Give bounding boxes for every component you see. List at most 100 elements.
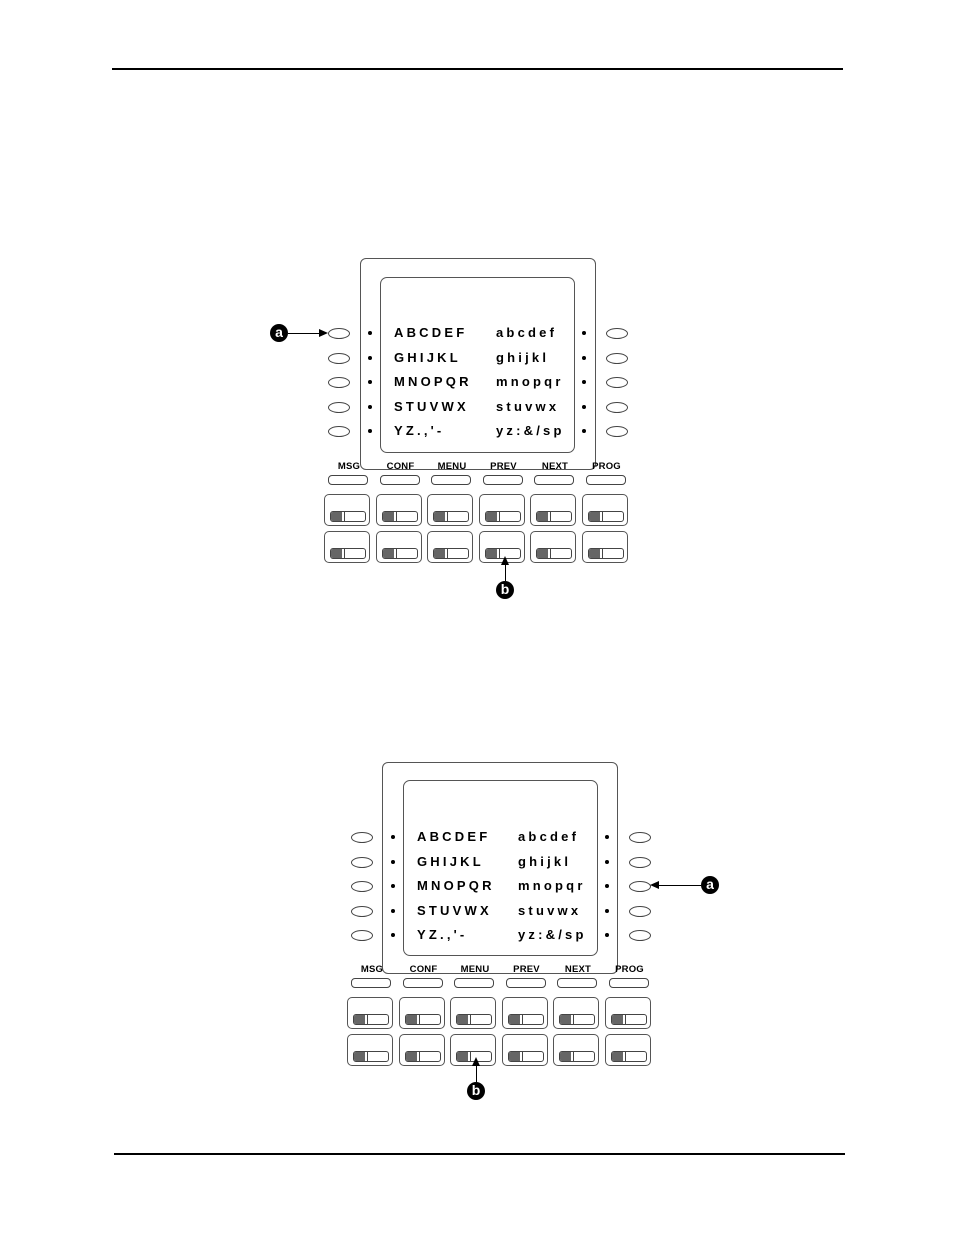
function-key-prog[interactable] [608, 978, 649, 988]
header-rule [112, 68, 843, 70]
lamp-fill [457, 1015, 468, 1024]
line-key-r2-c2[interactable] [398, 1034, 445, 1066]
line-key-lamp [330, 511, 366, 522]
display-row-lowercase: stuvwx [496, 398, 560, 414]
line-key-lamp [610, 1014, 647, 1025]
right-softkey[interactable] [629, 856, 651, 868]
line-key-r1-c5[interactable] [530, 494, 576, 526]
line-key-r2-c6[interactable] [604, 1034, 651, 1066]
left-softkey[interactable] [351, 930, 373, 941]
lamp-fill [382, 549, 394, 558]
line-key-r2-c6[interactable] [581, 531, 628, 563]
left-indicator-dot [391, 835, 395, 839]
left-softkey[interactable] [351, 905, 373, 917]
display-row-lowercase: ghijkl [496, 349, 550, 365]
lamp-fill [354, 1015, 365, 1024]
lamp-divider [521, 1015, 523, 1024]
line-key-r2-c5[interactable] [530, 531, 576, 563]
left-softkey[interactable] [328, 352, 350, 364]
lamp-divider [521, 1052, 523, 1061]
right-softkey[interactable] [606, 328, 628, 339]
right-indicator-dot [605, 933, 609, 937]
left-softkey[interactable] [328, 426, 350, 437]
function-key-conf[interactable] [402, 978, 443, 988]
left-indicator-dot [391, 908, 395, 913]
line-key-r1-c3[interactable] [427, 494, 473, 526]
left-softkey[interactable] [351, 832, 373, 843]
line-key-lamp [587, 548, 624, 559]
lamp-divider [498, 549, 500, 558]
line-key-r1-c5[interactable] [553, 997, 599, 1029]
lamp-divider [344, 512, 345, 521]
right-softkey[interactable] [606, 352, 628, 364]
function-key-conf[interactable] [379, 475, 420, 485]
line-key-r1-c2[interactable] [398, 997, 445, 1029]
left-softkey[interactable] [351, 881, 373, 892]
display-row-uppercase: MNOPQR [394, 374, 472, 389]
function-key-label-next: NEXT [564, 964, 592, 975]
function-key-msg[interactable] [351, 978, 391, 988]
lamp-divider [470, 1015, 471, 1024]
lamp-fill [405, 1015, 417, 1024]
line-key-r1-c6[interactable] [604, 997, 651, 1029]
line-key-r2-c1[interactable] [324, 531, 370, 563]
lamp-divider [573, 1052, 574, 1061]
display-row-uppercase: STUVWX [417, 902, 492, 918]
callout-a-arrowhead-icon [650, 881, 659, 889]
line-key-r2-c3[interactable] [427, 531, 473, 563]
function-key-prog[interactable] [585, 475, 626, 485]
right-softkey[interactable] [629, 832, 651, 843]
function-key-next[interactable] [557, 978, 597, 988]
function-key-label-prev: PREV [513, 964, 540, 975]
display-row-lowercase: ghijkl [518, 853, 572, 869]
display-row-lowercase: yz:&/sp [496, 423, 565, 438]
function-key-prev[interactable] [505, 978, 546, 988]
lamp-divider [624, 1015, 626, 1024]
left-softkey[interactable] [351, 856, 373, 868]
right-softkey[interactable] [629, 881, 651, 892]
right-softkey[interactable] [606, 377, 628, 388]
line-key-r1-c1[interactable] [347, 997, 393, 1029]
line-key-r1-c2[interactable] [375, 494, 422, 526]
function-key-menu[interactable] [431, 475, 471, 485]
right-softkey[interactable] [606, 401, 628, 413]
lamp-divider [447, 549, 448, 558]
line-key-lamp [456, 1014, 492, 1025]
callout-b-arrowhead-icon [501, 556, 509, 565]
left-indicator-dot [368, 380, 372, 384]
line-key-r2-c1[interactable] [347, 1034, 393, 1066]
display-row-uppercase: STUVWX [394, 398, 469, 414]
left-indicator-dot [368, 331, 372, 335]
lamp-fill [508, 1052, 520, 1061]
function-key-next[interactable] [534, 475, 574, 485]
function-key-prev[interactable] [482, 475, 523, 485]
line-key-r2-c5[interactable] [553, 1034, 599, 1066]
lamp-fill [588, 549, 600, 558]
function-key-label-conf: CONF [386, 461, 415, 472]
right-softkey[interactable] [606, 426, 628, 437]
lamp-fill [537, 549, 548, 558]
line-key-r1-c3[interactable] [450, 997, 496, 1029]
left-softkey[interactable] [328, 401, 350, 413]
line-key-r1-c4[interactable] [478, 494, 525, 526]
line-key-r2-c4[interactable] [501, 1034, 548, 1066]
lamp-fill [485, 549, 497, 558]
lamp-fill [457, 1052, 468, 1061]
line-key-r1-c4[interactable] [501, 997, 548, 1029]
function-key-msg[interactable] [328, 475, 368, 485]
function-key-menu[interactable] [454, 978, 494, 988]
lamp-divider [573, 1015, 574, 1024]
right-softkey[interactable] [629, 905, 651, 917]
display-row-uppercase: ABCDEF [394, 325, 468, 340]
left-softkey[interactable] [328, 328, 350, 339]
function-key-label-prev: PREV [490, 461, 517, 472]
right-indicator-dot [582, 331, 586, 335]
line-key-lamp [433, 511, 469, 522]
left-softkey[interactable] [328, 377, 350, 388]
line-key-r1-c1[interactable] [324, 494, 370, 526]
line-key-r2-c2[interactable] [375, 531, 422, 563]
footer-rule [114, 1153, 845, 1155]
lamp-fill [560, 1052, 571, 1061]
right-softkey[interactable] [629, 930, 651, 941]
line-key-r1-c6[interactable] [581, 494, 628, 526]
